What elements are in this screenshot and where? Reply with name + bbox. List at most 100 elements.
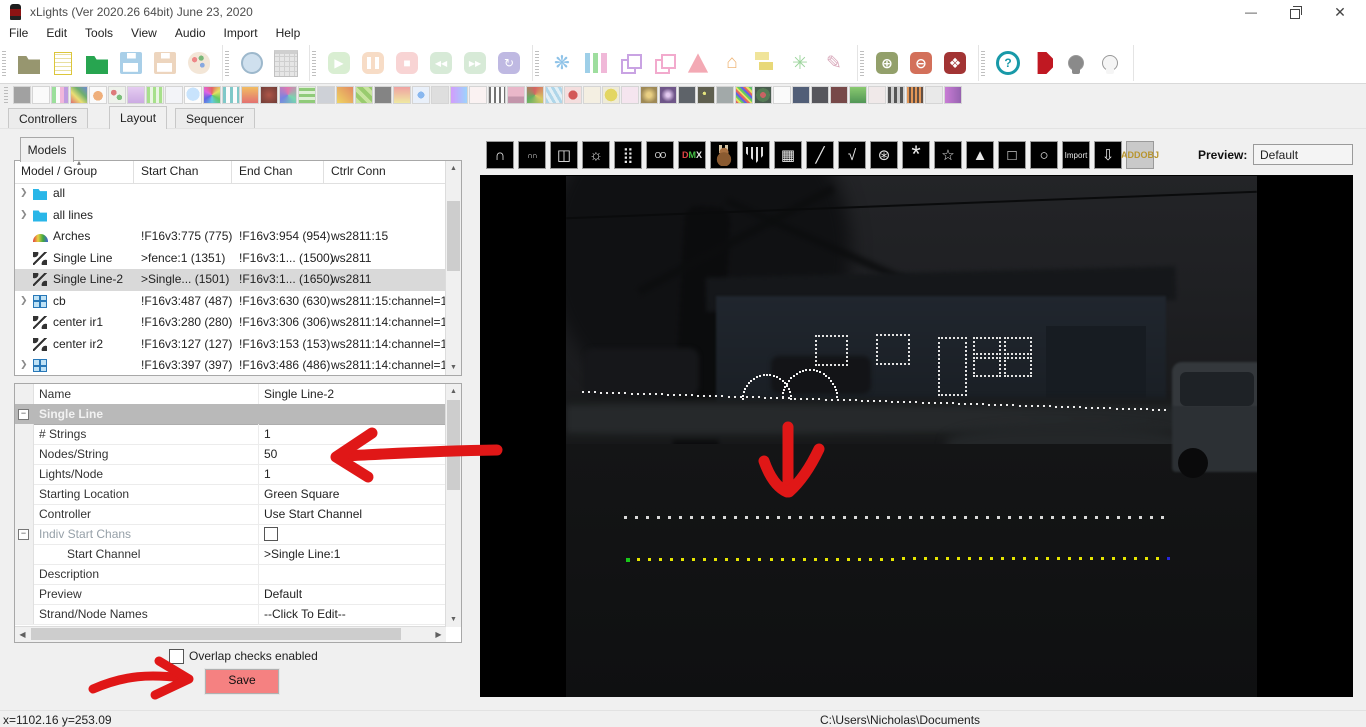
download-tool[interactable]: ⇩	[1094, 141, 1122, 169]
house-preview-button[interactable]: ⌂	[719, 50, 745, 76]
property-row-single-line[interactable]: −Single Line	[15, 404, 446, 425]
property-value[interactable]: Use Start Channel	[264, 507, 362, 521]
import-tool[interactable]: Import	[1062, 141, 1090, 169]
column-header[interactable]: Model / Group	[21, 164, 97, 178]
effect-icon-25[interactable]	[469, 86, 487, 104]
effect-icon-34[interactable]	[640, 86, 658, 104]
model-preview-button[interactable]	[685, 50, 711, 76]
arch-tool[interactable]: ∩	[486, 141, 514, 169]
scroll-down-icon[interactable]: ▼	[446, 360, 461, 375]
effect-icon-43[interactable]	[811, 86, 829, 104]
effect-icon-50[interactable]	[944, 86, 962, 104]
effect-icon-7[interactable]	[127, 86, 145, 104]
tab-sequencer[interactable]: Sequencer	[175, 108, 255, 129]
model-row-Single Line-2[interactable]: Single Line-2>Single... (1501)!F16v3:1..…	[15, 269, 446, 291]
menu-view[interactable]: View	[122, 24, 166, 42]
menu-help[interactable]: Help	[267, 24, 310, 42]
crayons-button[interactable]	[583, 50, 609, 76]
grip-handle[interactable]	[535, 50, 539, 76]
effect-icon-1[interactable]	[13, 86, 31, 104]
square-tool[interactable]: □	[998, 141, 1026, 169]
sequence-scheduler-button[interactable]	[273, 50, 299, 76]
effect-icon-19[interactable]	[355, 86, 373, 104]
grip-handle[interactable]	[225, 50, 229, 76]
property-row--strings[interactable]: # Strings1	[15, 424, 446, 445]
effect-icon-45[interactable]	[849, 86, 867, 104]
poly-line-tool[interactable]: √	[838, 141, 866, 169]
effect-icon-39[interactable]	[735, 86, 753, 104]
scroll-up-icon[interactable]: ▲	[446, 384, 461, 399]
scroll-thumb[interactable]	[31, 628, 401, 640]
property-value[interactable]: 1	[264, 467, 271, 481]
effect-icon-38[interactable]	[716, 86, 734, 104]
zoom-out-button[interactable]: ⊖	[908, 50, 934, 76]
zoom-in-button[interactable]: ⊕	[874, 50, 900, 76]
effect-icon-4[interactable]	[70, 86, 88, 104]
overlap-checkbox[interactable]	[169, 649, 184, 664]
menu-import[interactable]: Import	[215, 24, 267, 42]
model-row-all lines[interactable]: ❯all lines	[15, 205, 446, 227]
new-sequence-button[interactable]	[50, 50, 76, 76]
property-row-start-channel[interactable]: Start Channel>Single Line:1	[15, 544, 446, 565]
effect-icon-42[interactable]	[792, 86, 810, 104]
display-elements-button[interactable]	[753, 50, 779, 76]
property-row-strand-node-names[interactable]: Strand/Node Names--Click To Edit--	[15, 604, 446, 625]
property-row-nodes-string[interactable]: Nodes/String50	[15, 444, 446, 465]
effect-icon-22[interactable]	[412, 86, 430, 104]
property-row-name[interactable]: NameSingle Line-2	[15, 384, 446, 405]
property-row-preview[interactable]: PreviewDefault	[15, 584, 446, 605]
render-palette-button[interactable]	[186, 50, 212, 76]
open-sequence-button[interactable]	[84, 50, 110, 76]
effect-icon-23[interactable]	[431, 86, 449, 104]
add-object-button[interactable]: ADDOBJ	[1126, 141, 1154, 169]
collapse-icon[interactable]: −	[18, 409, 29, 420]
tree-tool[interactable]: ▲	[966, 141, 994, 169]
star-tool[interactable]: ☆	[934, 141, 962, 169]
effect-icon-28[interactable]	[526, 86, 544, 104]
effect-assist-button[interactable]	[651, 50, 677, 76]
menu-audio[interactable]: Audio	[166, 24, 215, 42]
collapse-icon[interactable]: −	[18, 529, 29, 540]
matrix-tool[interactable]: ▦	[774, 141, 802, 169]
property-value[interactable]: Default	[264, 587, 302, 601]
minimize-button[interactable]: —	[1234, 0, 1268, 24]
scroll-left-icon[interactable]: ◀	[15, 627, 30, 642]
effect-icon-32[interactable]	[602, 86, 620, 104]
model-row-Single Line[interactable]: Single Line>fence:1 (1351)!F16v3:1... (1…	[15, 248, 446, 270]
render-effects-button[interactable]: ✳	[787, 50, 813, 76]
effect-icon-35[interactable]	[659, 86, 677, 104]
sphere-tool[interactable]: ⊛	[870, 141, 898, 169]
effect-icon-48[interactable]	[906, 86, 924, 104]
expand-icon[interactable]: ❯	[20, 187, 28, 198]
scroll-right-icon[interactable]: ▶	[431, 627, 446, 642]
image-reindeer-tool[interactable]	[710, 141, 738, 169]
property-value[interactable]: Green Square	[264, 487, 339, 501]
effect-icon-46[interactable]	[868, 86, 886, 104]
effect-icon-10[interactable]	[184, 86, 202, 104]
column-header[interactable]: End Chan	[239, 164, 292, 178]
effect-icon-21[interactable]	[393, 86, 411, 104]
special-options-button[interactable]: ❖	[942, 50, 968, 76]
property-row-controller[interactable]: ControllerUse Start Channel	[15, 504, 446, 525]
scroll-up-icon[interactable]: ▲	[446, 161, 461, 176]
pause-timer-button[interactable]	[239, 50, 265, 76]
props-hscrollbar[interactable]: ◀▶	[15, 626, 446, 642]
effect-icon-47[interactable]	[887, 86, 905, 104]
property-value[interactable]: 50	[264, 447, 277, 461]
grip-handle[interactable]	[981, 50, 985, 76]
model-row-partial[interactable]: ❯!F16v3:397 (397)!F16v3:486 (486)ws2811:…	[15, 355, 446, 377]
grip-handle[interactable]	[4, 87, 8, 103]
grip-handle[interactable]	[860, 50, 864, 76]
props-scrollbar[interactable]: ▲▼	[445, 384, 461, 627]
window-frame-tool[interactable]: ◫	[550, 141, 578, 169]
effect-icon-13[interactable]	[241, 86, 259, 104]
grip-handle[interactable]	[2, 50, 6, 76]
effect-icon-11[interactable]	[203, 86, 221, 104]
circle-tool[interactable]: ☼	[582, 141, 610, 169]
model-row-all[interactable]: ❯all	[15, 183, 446, 205]
column-divider[interactable]	[323, 161, 324, 183]
tab-controllers[interactable]: Controllers	[8, 108, 88, 129]
save-sequence-button[interactable]	[118, 50, 144, 76]
effect-icon-30[interactable]	[564, 86, 582, 104]
effect-settings-button[interactable]	[617, 50, 643, 76]
